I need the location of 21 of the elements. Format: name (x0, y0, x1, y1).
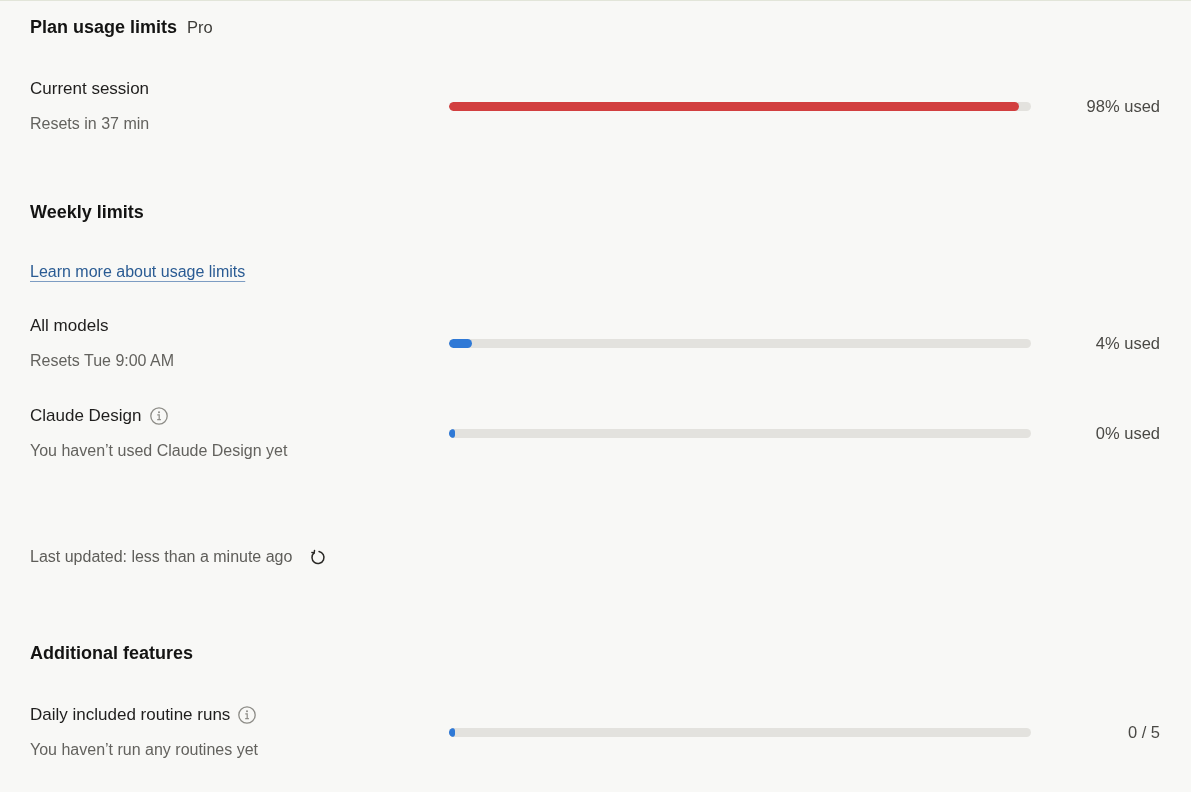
meter-label: Claude Design (30, 405, 142, 427)
usage-reading: 0 / 5 (1127, 723, 1160, 742)
meter-label: All models (30, 315, 109, 337)
section-title: Plan usage limits (30, 16, 178, 39)
usage-reading: 0% used (1095, 424, 1160, 443)
meter-detail: You haven’t run any routines yet (30, 740, 259, 760)
section-title: Additional features (30, 642, 194, 665)
learn-more-link[interactable]: Learn more about usage limits (30, 263, 246, 280)
meter-detail: Resets Tue 9:00 AM (30, 351, 176, 371)
info-icon[interactable] (149, 407, 168, 425)
refresh-icon[interactable] (310, 549, 327, 565)
last-updated-text: Last updated: less than a minute ago (30, 548, 293, 566)
meter-detail: Resets in 37 min (30, 114, 151, 134)
meter-label: Current session (30, 78, 150, 100)
info-icon[interactable] (238, 706, 257, 724)
usage-reading: 98% used (1086, 97, 1160, 116)
section-title: Weekly limits (30, 201, 144, 224)
usage-reading: 4% used (1095, 334, 1160, 353)
meter-label: Daily included routine runs (30, 704, 231, 726)
plan-name: Pro (187, 17, 213, 38)
meter-detail: You haven’t used Claude Design yet (30, 441, 289, 461)
